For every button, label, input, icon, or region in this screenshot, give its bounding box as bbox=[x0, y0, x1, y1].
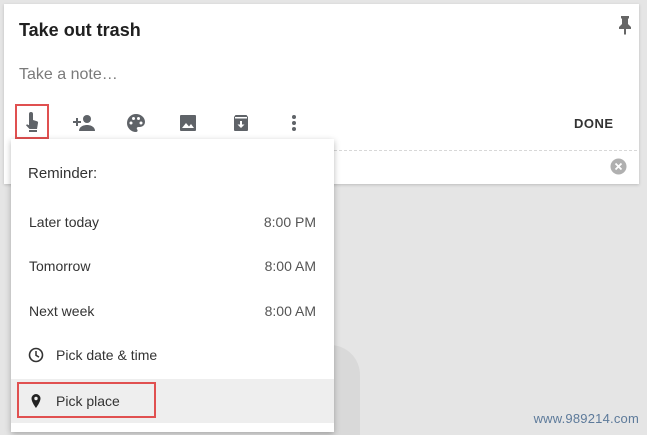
clear-icon[interactable] bbox=[610, 158, 627, 175]
divider bbox=[334, 150, 637, 151]
collaborator-icon bbox=[73, 115, 95, 131]
note-body-input[interactable]: Take a note… bbox=[19, 66, 118, 84]
palette-icon bbox=[127, 114, 145, 132]
reminder-option-tomorrow[interactable]: Tomorrow 8:00 AM bbox=[11, 244, 334, 288]
option-time: 8:00 AM bbox=[264, 303, 316, 319]
reminder-option-next-week[interactable]: Next week 8:00 AM bbox=[11, 289, 334, 333]
option-time: 8:00 AM bbox=[264, 258, 316, 274]
option-label: Next week bbox=[29, 303, 95, 319]
color-button[interactable] bbox=[124, 111, 148, 135]
watermark: www.989214.com bbox=[533, 411, 639, 426]
reminder-heading: Reminder: bbox=[28, 165, 98, 182]
option-time: 8:00 PM bbox=[263, 214, 316, 230]
collaborator-button[interactable] bbox=[72, 111, 96, 135]
note-title[interactable]: Take out trash bbox=[19, 20, 141, 41]
option-label: Pick date & time bbox=[56, 347, 158, 363]
reminder-button[interactable] bbox=[15, 104, 49, 139]
reminder-menu: Reminder: Later today 8:00 PM Tomorrow 8… bbox=[11, 139, 334, 432]
more-options-button[interactable] bbox=[282, 111, 306, 135]
archive-button[interactable] bbox=[229, 111, 253, 135]
pin-icon[interactable] bbox=[618, 15, 632, 35]
add-image-button[interactable] bbox=[176, 111, 200, 135]
highlight-box bbox=[17, 382, 156, 418]
option-label: Tomorrow bbox=[29, 258, 91, 274]
image-icon bbox=[180, 115, 196, 131]
clock-icon bbox=[28, 347, 44, 363]
reminder-option-later-today[interactable]: Later today 8:00 PM bbox=[11, 200, 334, 244]
done-button[interactable]: DONE bbox=[574, 116, 614, 131]
pick-date-time-option[interactable]: Pick date & time bbox=[11, 333, 334, 377]
more-icon bbox=[292, 115, 296, 131]
reminder-icon bbox=[26, 111, 39, 132]
archive-icon bbox=[234, 115, 248, 131]
option-label: Later today bbox=[29, 214, 100, 230]
